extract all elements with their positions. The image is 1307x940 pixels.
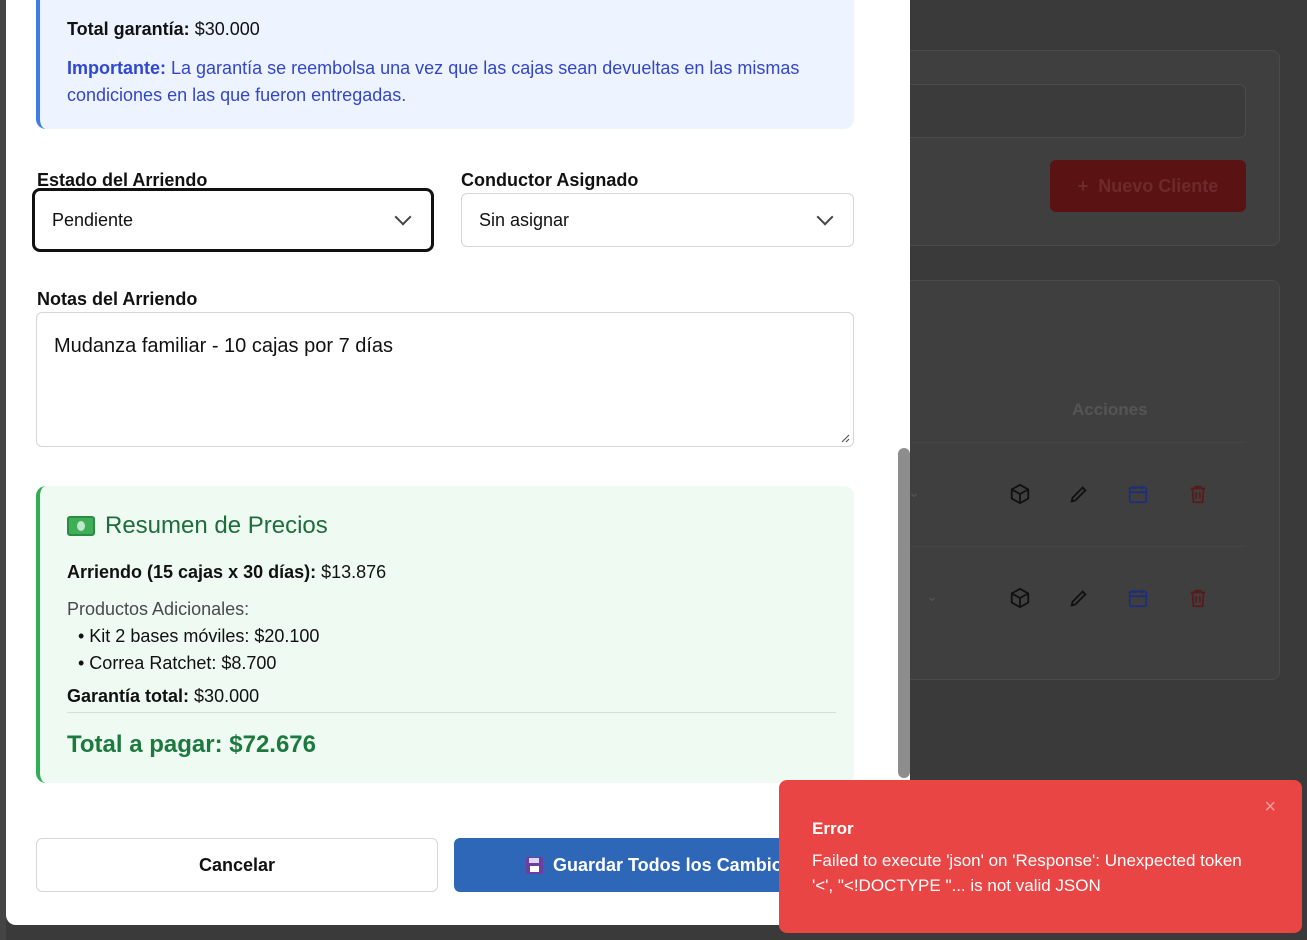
notas-value: Mudanza familiar - 10 cajas por 7 días	[54, 335, 394, 357]
background-search-input	[900, 84, 1246, 138]
summary-divider	[67, 712, 836, 713]
pencil-icon	[1070, 590, 1087, 607]
guarantee-total: Total garantía: $30.000	[67, 19, 260, 40]
calendar-icon	[1128, 589, 1148, 608]
guarantee-important-note: Importante: La garantía se reembolsa una…	[67, 55, 837, 109]
notas-label: Notas del Arriendo	[37, 289, 198, 309]
box-icon	[1010, 483, 1030, 505]
modal-scrollbar-thumb[interactable]	[898, 448, 910, 778]
trash-icon	[1190, 589, 1206, 608]
new-client-label: Nuevo Cliente	[1098, 175, 1219, 196]
summary-title: Resumen de Precios	[67, 512, 328, 540]
garantia-line: Garantía total: $30.000	[67, 686, 259, 707]
edit-rental-modal: Total garantía: $30.000 Importante: La g…	[6, 0, 910, 925]
arriendo-value: $13.876	[321, 562, 387, 582]
trash-icon	[1190, 485, 1206, 504]
table-row-divider	[900, 442, 1246, 443]
list-item: • Kit 2 bases móviles: $20.100	[78, 626, 320, 646]
pencil-icon	[1070, 486, 1087, 503]
conductor-select-value: Sin asignar	[479, 209, 570, 230]
list-item: • Correa Ratchet: $8.700	[78, 653, 277, 673]
money-icon	[67, 516, 95, 536]
background-table-card	[880, 280, 1280, 680]
productos-label: Productos Adicionales:	[67, 599, 250, 619]
guarantee-total-value: $30.000	[194, 19, 260, 39]
notas-textarea[interactable]: Mudanza familiar - 10 cajas por 7 días	[36, 312, 854, 447]
chevron-down-icon: ⌄	[926, 588, 938, 604]
toast-title: Error	[812, 819, 854, 838]
calendar-icon	[1128, 485, 1148, 504]
save-all-label: Guardar Todos los Cambios	[553, 854, 793, 875]
acciones-column-header: Acciones	[1072, 400, 1148, 419]
new-client-button: + Nuevo Cliente	[1050, 160, 1246, 212]
cancel-button[interactable]: Cancelar	[36, 838, 438, 892]
chevron-down-icon	[816, 208, 834, 226]
error-toast: Error Failed to execute 'json' on 'Respo…	[779, 780, 1302, 933]
table-row-divider	[900, 546, 1246, 547]
guarantee-total-label: Total garantía:	[67, 19, 190, 39]
close-icon[interactable]: ×	[1264, 796, 1276, 819]
box-icon	[1010, 587, 1030, 609]
estado-select-value: Pendiente	[52, 209, 134, 230]
important-text: La garantía se reembolsa una vez que las…	[67, 58, 800, 105]
resize-grip-icon[interactable]	[840, 433, 850, 443]
guarantee-info-box: Total garantía: $30.000 Importante: La g…	[36, 0, 854, 129]
background-search-card	[880, 50, 1280, 246]
plus-icon: +	[1077, 175, 1089, 196]
summary-title-text: Resumen de Precios	[105, 512, 328, 539]
total-to-pay: Total a pagar: $72.676	[67, 731, 316, 758]
important-label: Importante:	[67, 58, 166, 78]
garantia-label: Garantía total:	[67, 686, 190, 706]
arriendo-line: Arriendo (15 cajas x 30 días): $13.876	[67, 562, 386, 583]
conductor-select[interactable]: Sin asignar	[461, 193, 854, 247]
chevron-down-icon	[394, 208, 412, 226]
garantia-value: $30.000	[194, 686, 260, 706]
arriendo-label: Arriendo (15 cajas x 30 días):	[67, 562, 317, 582]
price-summary: Resumen de Precios Arriendo (15 cajas x …	[36, 486, 854, 783]
estado-select[interactable]: Pendiente	[32, 188, 434, 252]
conductor-label: Conductor Asignado	[461, 170, 639, 190]
toast-message: Failed to execute 'json' on 'Response': …	[812, 851, 1242, 895]
floppy-disk-icon	[526, 856, 543, 874]
